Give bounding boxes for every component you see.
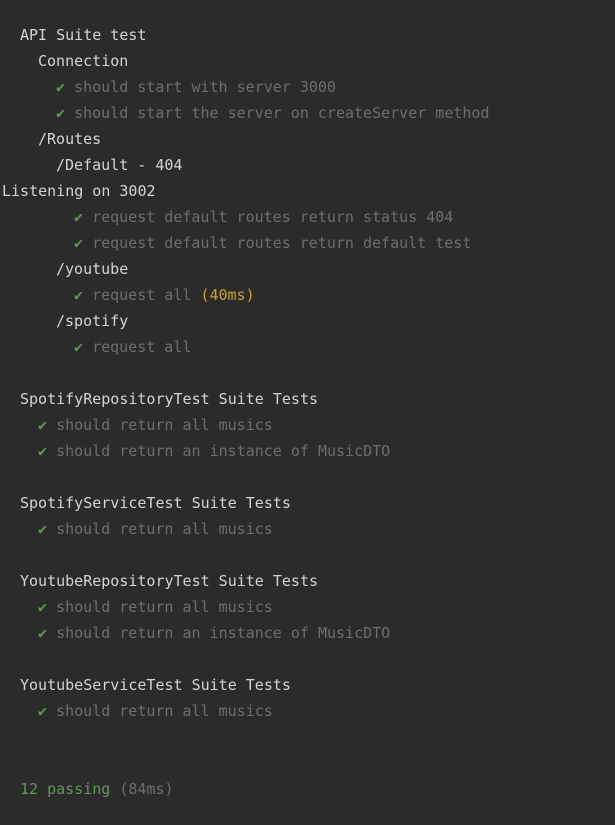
test-name: request default routes return default te… xyxy=(92,234,472,252)
checkmark-icon: ✔ xyxy=(38,442,48,460)
passed-test: ✔ should return an instance of MusicDTO xyxy=(0,438,615,464)
test-name: request default routes return status 404 xyxy=(92,208,454,226)
test-name: should return an instance of MusicDTO xyxy=(56,442,391,460)
checkmark-icon: ✔ xyxy=(38,598,48,616)
test-name: should return an instance of MusicDTO xyxy=(56,624,391,642)
passed-test: ✔ request all (40ms) xyxy=(0,282,615,308)
test-output-console: API Suite test Connection ✔ should start w… xyxy=(0,22,615,802)
suite-title: /Default - 404 xyxy=(0,152,615,178)
suite-title-text: YoutubeServiceTest Suite Tests xyxy=(20,676,291,694)
checkmark-icon: ✔ xyxy=(74,234,84,252)
checkmark-icon: ✔ xyxy=(74,338,84,356)
test-name: request all xyxy=(92,286,192,304)
test-name: should return all musics xyxy=(56,702,273,720)
suite-title: /spotify xyxy=(0,308,615,334)
suite-title: SpotifyServiceTest Suite Tests xyxy=(0,490,615,516)
checkmark-icon: ✔ xyxy=(38,702,48,720)
test-name: should start with server 3000 xyxy=(74,78,336,96)
suite-title-text: SpotifyRepositoryTest Suite Tests xyxy=(20,390,319,408)
checkmark-icon: ✔ xyxy=(38,416,48,434)
checkmark-icon: ✔ xyxy=(38,520,48,538)
test-name: request all xyxy=(92,338,192,356)
suite-title-text: Connection xyxy=(38,52,129,70)
suite-title: API Suite test xyxy=(0,22,615,48)
passing-count: 12 passing xyxy=(20,780,111,798)
checkmark-icon: ✔ xyxy=(74,286,84,304)
suite-title-text: API Suite test xyxy=(20,26,147,44)
suite-title-text: /Routes xyxy=(38,130,102,148)
passed-test: ✔ should return all musics xyxy=(0,594,615,620)
checkmark-icon: ✔ xyxy=(38,624,48,642)
suite-title: Connection xyxy=(0,48,615,74)
passed-test: ✔ should return all musics xyxy=(0,516,615,542)
passed-test: ✔ should return all musics xyxy=(0,698,615,724)
suite-title-text: /spotify xyxy=(56,312,129,330)
suite-title-text: /Default - 404 xyxy=(56,156,183,174)
test-name: should return all musics xyxy=(56,520,273,538)
passing-summary: 12 passing (84ms) xyxy=(0,776,615,802)
passed-test: ✔ request default routes return default … xyxy=(0,230,615,256)
test-name: should return all musics xyxy=(56,598,273,616)
checkmark-icon: ✔ xyxy=(74,208,84,226)
passing-duration: (84ms) xyxy=(119,780,174,798)
suite-title-text: YoutubeRepositoryTest Suite Tests xyxy=(20,572,319,590)
suite-title: YoutubeRepositoryTest Suite Tests xyxy=(0,568,615,594)
suite-title: /Routes xyxy=(0,126,615,152)
test-name: should return all musics xyxy=(56,416,273,434)
checkmark-icon: ✔ xyxy=(56,78,66,96)
test-name: should start the server on createServer … xyxy=(74,104,490,122)
checkmark-icon: ✔ xyxy=(56,104,66,122)
passed-test: ✔ should return all musics xyxy=(0,412,615,438)
passed-test: ✔ should start the server on createServe… xyxy=(0,100,615,126)
log-line: Listening on 3002 xyxy=(0,178,615,204)
log-text: Listening on 3002 xyxy=(2,182,156,200)
suite-title: /youtube xyxy=(0,256,615,282)
passed-test: ✔ should start with server 3000 xyxy=(0,74,615,100)
suite-title: YoutubeServiceTest Suite Tests xyxy=(0,672,615,698)
passed-test: ✔ request all xyxy=(0,334,615,360)
passed-test: ✔ should return an instance of MusicDTO xyxy=(0,620,615,646)
suite-title-text: SpotifyServiceTest Suite Tests xyxy=(20,494,291,512)
suite-title-text: /youtube xyxy=(56,260,129,278)
suite-title: SpotifyRepositoryTest Suite Tests xyxy=(0,386,615,412)
test-duration: (40ms) xyxy=(200,286,255,304)
passed-test: ✔ request default routes return status 4… xyxy=(0,204,615,230)
